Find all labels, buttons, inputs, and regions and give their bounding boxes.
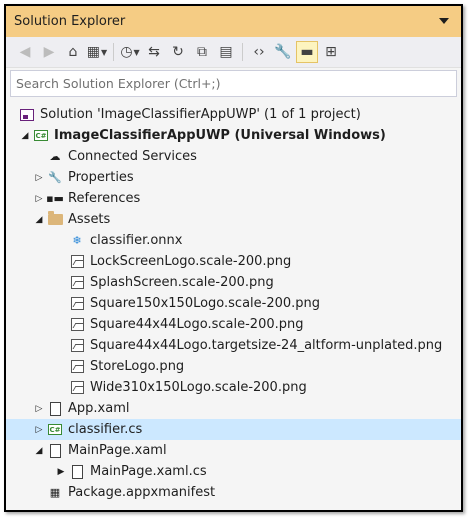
search-input[interactable]: Search Solution Explorer (Ctrl+;) [10, 70, 457, 97]
references-icon: ▪▬ [46, 192, 64, 205]
expand-arrow-icon[interactable]: ▷ [32, 173, 46, 183]
image-file-icon [68, 338, 86, 354]
tree-item-asset[interactable]: SplashScreen.scale-200.png [6, 272, 461, 293]
cloud-icon: ☁ [49, 150, 61, 163]
pending-changes-filter-icon[interactable]: ◷ ▼ [119, 41, 141, 63]
tree-item-solution[interactable]: Solution 'ImageClassifierAppUWP' (1 of 1… [6, 104, 461, 125]
tree-item-manifest[interactable]: ▦ Package.appxmanifest [6, 482, 461, 503]
toolbar: ◀ ▶ ⌂ ▦ ▼ ◷ ▼ ⇆ ↻ ⧉ ▤ ‹› 🔧 ▬ ⊞ [6, 37, 461, 68]
tree-item-mainpage-xaml[interactable]: ◢ MainPage.xaml [6, 440, 461, 461]
sync-icon[interactable]: ⇆ [143, 41, 165, 63]
manifest-file-icon: ▦ [49, 486, 61, 499]
wrench-icon: 🔧 [48, 171, 62, 184]
tree-item-mainpage-xaml-cs[interactable]: ▶ MainPage.xaml.cs [6, 461, 461, 482]
expand-arrow-icon[interactable]: ▷ [32, 194, 46, 204]
image-file-icon [68, 317, 86, 333]
panel-title: Solution Explorer [14, 14, 126, 29]
tree-item-classifier-cs[interactable]: ▷ C# classifier.cs [6, 419, 461, 440]
panel-menu-dropdown-icon[interactable] [439, 18, 449, 24]
forward-icon[interactable]: ▶ [38, 41, 60, 63]
home-icon[interactable]: ⌂ [62, 41, 84, 63]
tree-item-label: Package.appxmanifest [68, 485, 216, 500]
tree-item-asset[interactable]: Square44x44Logo.targetsize-24_altform-un… [6, 335, 461, 356]
csharp-file-icon: C# [48, 424, 62, 435]
image-file-icon [68, 359, 86, 375]
panel-title-bar[interactable]: Solution Explorer [6, 6, 461, 37]
switch-views-icon[interactable]: ▦ ▼ [86, 41, 108, 63]
onnx-file-icon: ❄ [72, 234, 82, 247]
tree-item-label: Wide310x150Logo.scale-200.png [90, 380, 307, 395]
image-file-icon [68, 380, 86, 396]
search-placeholder: Search Solution Explorer (Ctrl+;) [16, 76, 221, 91]
show-all-files-icon[interactable]: ▤ [215, 41, 237, 63]
tree-item-label: classifier.onnx [90, 233, 183, 248]
tree-item-label: App.xaml [68, 401, 130, 416]
folder-icon [46, 211, 64, 228]
tree-item-label: ImageClassifierAppUWP (Universal Windows… [54, 128, 386, 143]
preview-selected-icon[interactable]: ▬ [296, 41, 318, 63]
tree-item-connected-services[interactable]: ☁ Connected Services [6, 146, 461, 167]
tree-item-label: Assets [68, 212, 111, 227]
collapse-arrow-icon[interactable]: ◢ [32, 215, 46, 225]
tree-item-asset[interactable]: ❄ classifier.onnx [6, 230, 461, 251]
tree-item-label: Solution 'ImageClassifierAppUWP' (1 of 1… [40, 107, 361, 122]
expand-arrow-icon[interactable]: ▷ [32, 425, 46, 435]
xaml-file-icon [46, 443, 64, 459]
tree-item-label: MainPage.xaml.cs [90, 464, 207, 479]
tree-item-label: Properties [68, 170, 134, 185]
tree-item-asset[interactable]: Square150x150Logo.scale-200.png [6, 293, 461, 314]
class-view-icon[interactable]: ⊞ [320, 41, 342, 63]
collapse-arrow-icon[interactable]: ◢ [32, 446, 46, 456]
tree-item-project[interactable]: ◢ C# ImageClassifierAppUWP (Universal Wi… [6, 125, 461, 146]
tree-item-label: LockScreenLogo.scale-200.png [90, 254, 292, 269]
back-icon[interactable]: ◀ [14, 41, 36, 63]
image-file-icon [68, 275, 86, 291]
toolbar-separator [113, 43, 114, 61]
tree-item-assets[interactable]: ◢ Assets [6, 209, 461, 230]
tree-item-asset[interactable]: Square44x44Logo.scale-200.png [6, 314, 461, 335]
solution-explorer-panel: Solution Explorer ◀ ▶ ⌂ ▦ ▼ ◷ ▼ ⇆ ↻ ⧉ ▤ ‹›… [4, 4, 463, 512]
image-file-icon [68, 254, 86, 270]
tree-item-label: MainPage.xaml [68, 443, 167, 458]
tree-item-app-xaml[interactable]: ▷ App.xaml [6, 398, 461, 419]
refresh-icon[interactable]: ↻ [167, 41, 189, 63]
tree-item-label: SplashScreen.scale-200.png [90, 275, 274, 290]
tree-item-label: Connected Services [68, 149, 197, 164]
csharp-project-icon: C# [34, 130, 48, 141]
expand-arrow-icon[interactable]: ▷ [32, 404, 46, 414]
properties-icon[interactable]: 🔧 [272, 41, 294, 63]
tree-item-label: Square150x150Logo.scale-200.png [90, 296, 321, 311]
tree-item-label: classifier.cs [68, 422, 143, 437]
tree-item-properties[interactable]: ▷ 🔧 Properties [6, 167, 461, 188]
tree-item-label: Square44x44Logo.scale-200.png [90, 317, 304, 332]
tree-item-label: References [68, 191, 141, 206]
tree-item-label: StoreLogo.png [90, 359, 185, 374]
tree-item-asset[interactable]: StoreLogo.png [6, 356, 461, 377]
solution-icon [18, 107, 36, 123]
image-file-icon [68, 296, 86, 312]
collapse-all-icon[interactable]: ⧉ [191, 41, 213, 63]
csharp-code-file-icon [68, 464, 86, 480]
collapse-arrow-icon[interactable]: ◢ [18, 131, 32, 141]
tree-item-asset[interactable]: Wide310x150Logo.scale-200.png [6, 377, 461, 398]
view-code-icon[interactable]: ‹› [248, 41, 270, 63]
tree-item-asset[interactable]: LockScreenLogo.scale-200.png [6, 251, 461, 272]
expand-arrow-icon[interactable]: ▶ [54, 467, 68, 477]
tree-item-references[interactable]: ▷ ▪▬ References [6, 188, 461, 209]
xaml-file-icon [46, 401, 64, 417]
solution-tree: Solution 'ImageClassifierAppUWP' (1 of 1… [6, 97, 461, 503]
tree-item-label: Square44x44Logo.targetsize-24_altform-un… [90, 338, 443, 353]
toolbar-separator [242, 43, 243, 61]
